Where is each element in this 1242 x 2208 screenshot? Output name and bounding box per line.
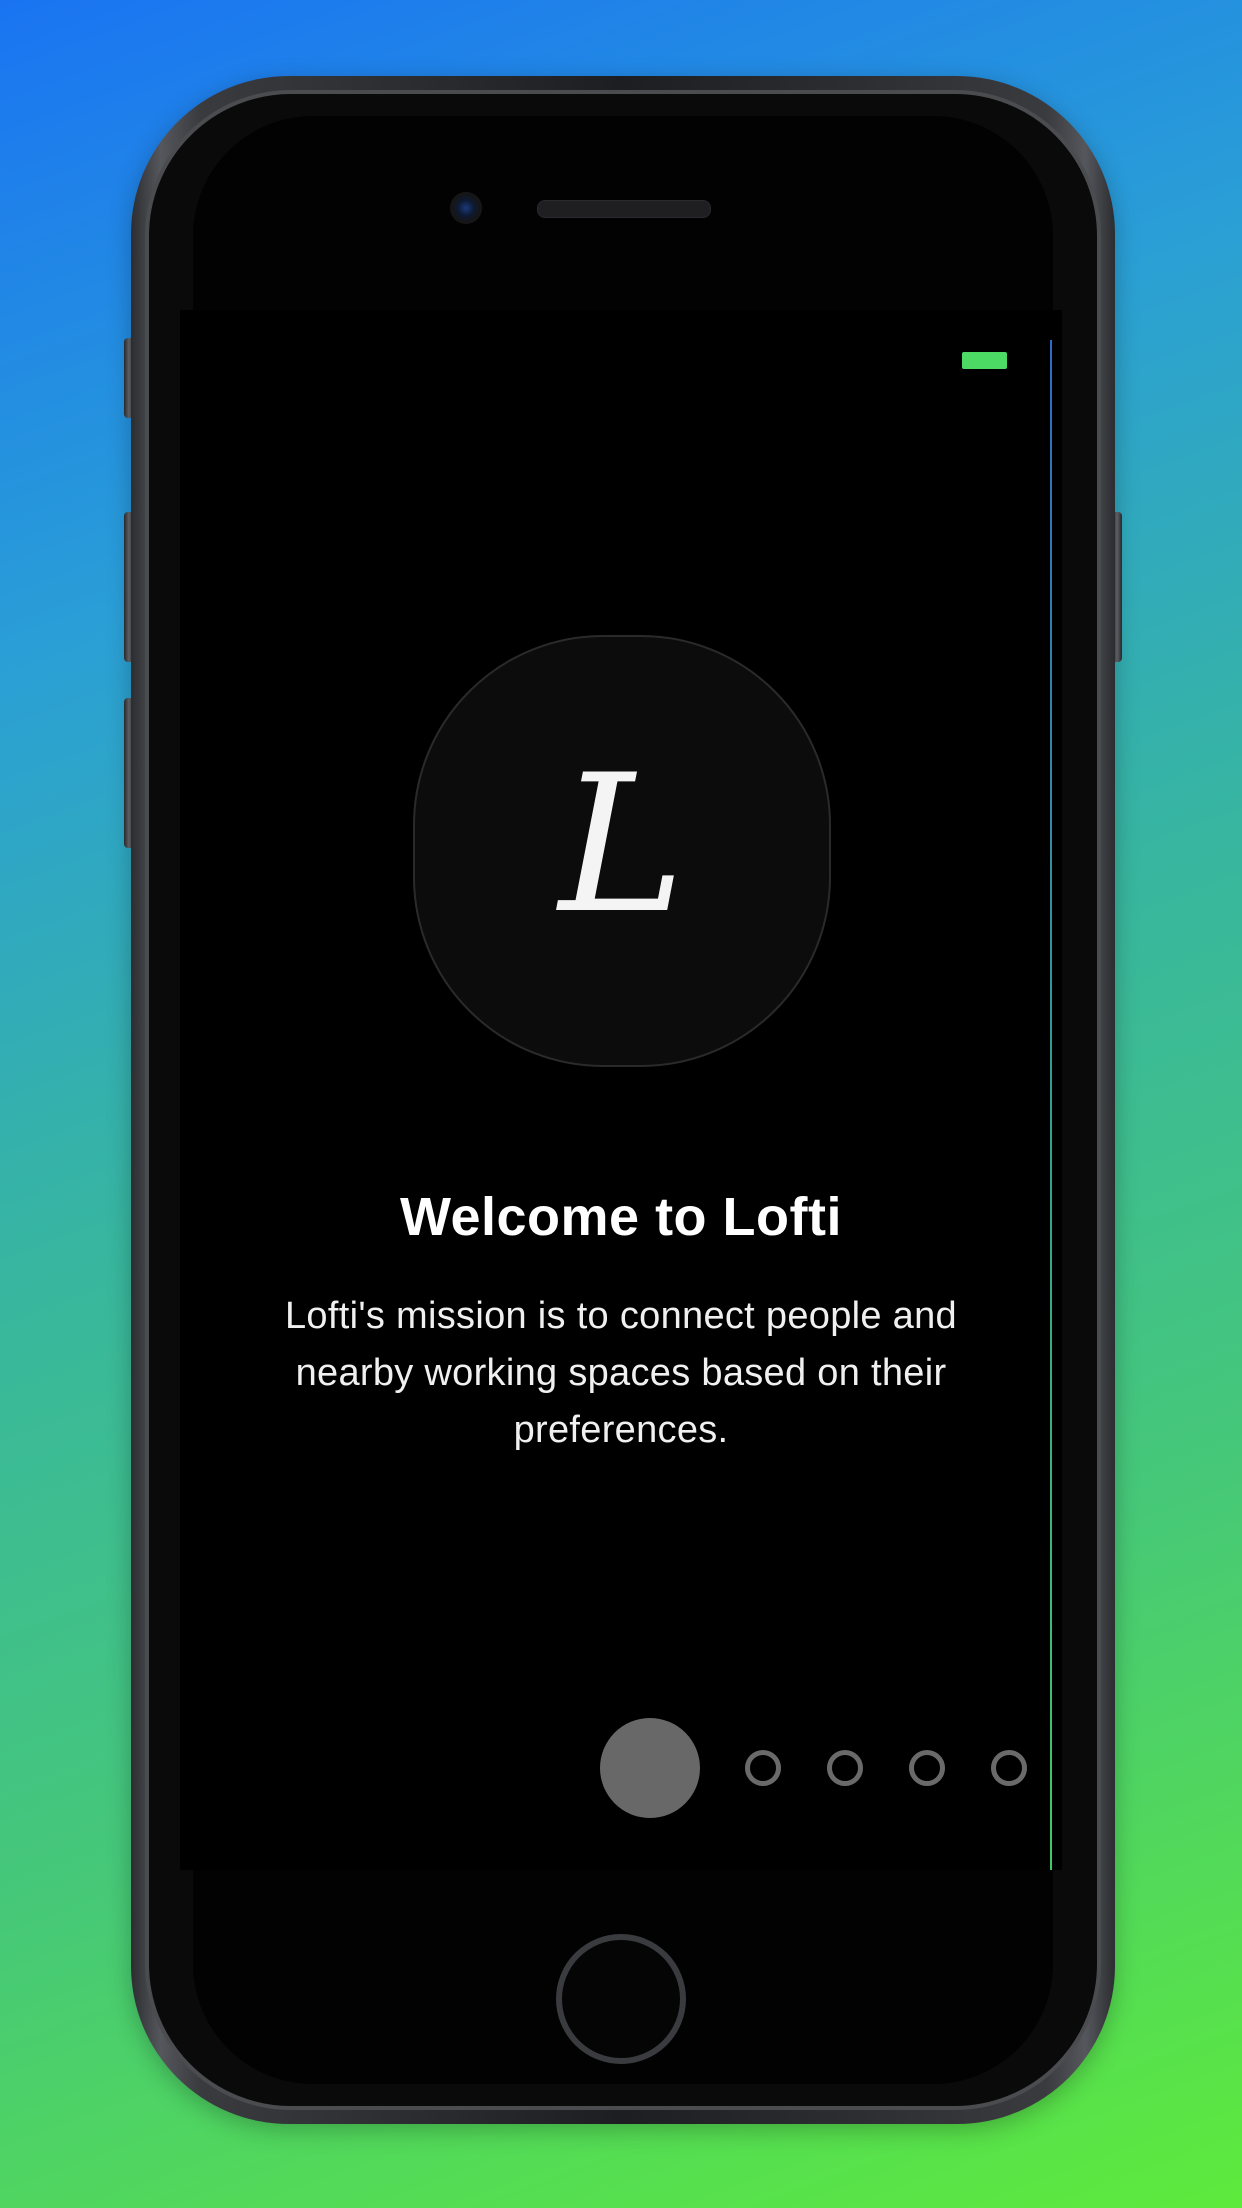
welcome-description: Lofti's mission is to connect people and…	[285, 1295, 957, 1451]
app-screen: L Welcome to Lofti Lofti's mission is to…	[180, 310, 1062, 1870]
page-dot-5[interactable]	[991, 1750, 1027, 1786]
battery-icon	[962, 352, 1007, 369]
screen-edge-highlight	[1050, 340, 1052, 1870]
home-button[interactable]	[556, 1934, 686, 2064]
app-logo: L	[413, 635, 831, 1067]
page-dot-3[interactable]	[827, 1750, 863, 1786]
earpiece-speaker	[537, 200, 711, 218]
page-dot-2[interactable]	[745, 1750, 781, 1786]
page-dot-4[interactable]	[909, 1750, 945, 1786]
page-title: Welcome to Lofti	[399, 1187, 842, 1247]
page-indicator	[600, 1718, 1060, 1818]
logo-letter: L	[558, 734, 686, 955]
front-camera-icon	[450, 192, 482, 224]
page-dot-active[interactable]	[600, 1718, 700, 1818]
